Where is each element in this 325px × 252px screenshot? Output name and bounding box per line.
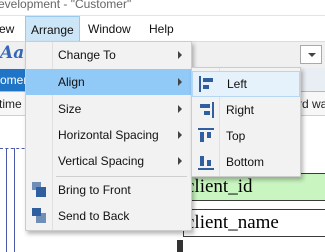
chevron-right-icon [178,157,182,165]
menu-item-size[interactable]: Size [26,96,191,122]
selection-handle[interactable] [177,240,183,252]
send-to-back-icon [32,208,46,223]
menu-item-label: Horizontal Spacing [58,128,159,142]
menu-item-align-top[interactable]: Top [192,123,300,149]
menu-item-change-to[interactable]: Change To [26,42,191,68]
menu-item-label: Top [226,129,246,143]
menu-bar: ew Arrange Window Help [0,16,325,42]
align-right-icon [200,102,214,118]
toolbar-dropdown[interactable] [300,45,322,64]
align-left-icon [199,76,213,92]
menu-help[interactable]: Help [149,22,174,36]
title-bar: evelopment - "Customer" [0,0,325,16]
app-window: evelopment - "Customer" ew Arrange Windo… [0,0,325,252]
align-top-icon [198,128,214,142]
column-header-right: rd wa [298,97,325,111]
column-header-left: time [0,97,22,111]
menu-item-align[interactable]: Align [26,69,191,95]
menu-arrange[interactable]: Arrange [25,16,80,42]
menu-item-label: Bottom [226,155,265,169]
menu-item-label: Change To [58,48,116,62]
menu-item-send-to-back[interactable]: Send to Back [26,203,191,229]
menu-item-label: Vertical Spacing [58,154,145,168]
menu-item-label: Right [226,103,255,117]
menu-item-align-bottom[interactable]: Bottom [192,149,300,175]
chevron-right-icon [178,51,182,59]
menu-item-label: Send to Back [58,209,130,223]
guide-line [14,148,15,252]
chevron-down-icon [308,53,316,57]
menu-item-bring-to-front[interactable]: Bring to Front [26,177,191,203]
field-client-name[interactable]: client_name [183,209,325,237]
menu-item-vertical-spacing[interactable]: Vertical Spacing [26,148,191,174]
menu-item-align-left[interactable]: Left [192,71,300,97]
menu-view[interactable]: ew [0,22,14,36]
menu-item-label: Bring to Front [58,183,131,197]
menu-item-label: Align [58,75,85,89]
guide-line [6,148,7,252]
window-title: evelopment - "Customer" [0,0,132,11]
menu-item-label: Left [227,77,248,91]
menu-item-horizontal-spacing[interactable]: Horizontal Spacing [26,122,191,148]
menu-window[interactable]: Window [88,22,131,36]
menu-item-label: Size [58,102,82,116]
arrange-menu: Change To Align Size Horizontal Spacing … [25,41,192,231]
align-bottom-icon [198,156,214,170]
menu-item-align-right[interactable]: Right [192,97,300,123]
chevron-right-icon [178,131,182,139]
align-submenu: Left Right Top Bottom [191,67,301,177]
field-client-id[interactable]: client_id [183,173,325,201]
font-preview[interactable]: Aa [0,43,24,63]
chevron-right-icon [178,78,182,86]
chevron-right-icon [178,105,182,113]
bring-to-front-icon [32,182,46,197]
